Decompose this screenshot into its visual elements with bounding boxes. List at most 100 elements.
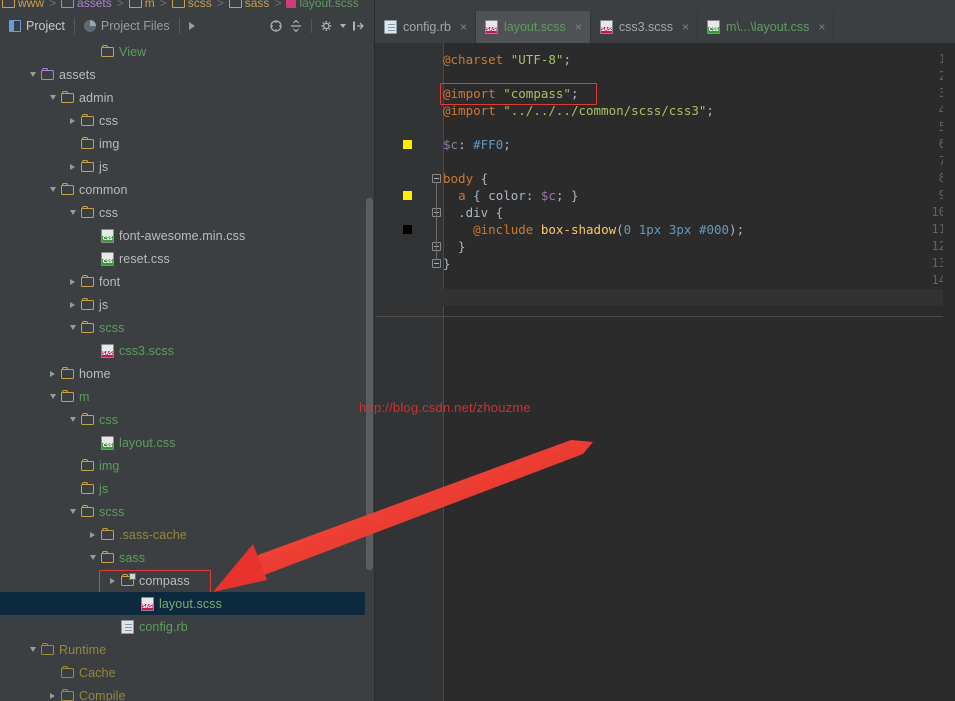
settings-dropdown-button[interactable] [338,17,347,35]
tree-collapse-toggle[interactable] [46,178,59,201]
project-tree[interactable]: View assets admin css img js common css CSS font-… [0,40,374,701]
settings-button[interactable] [318,17,336,35]
tree-row[interactable]: img [0,132,374,155]
tree-row[interactable]: CSS font-awesome.min.css [0,224,374,247]
tree-collapse-toggle[interactable] [66,408,79,431]
code-line[interactable]: } [443,255,955,272]
hide-panel-button[interactable] [349,17,367,35]
tree-expand-toggle[interactable] [66,109,79,132]
tree-row[interactable]: .sass-cache [0,523,374,546]
tree-expand-toggle[interactable] [66,293,79,316]
breadcrumb[interactable]: www > assets > m > scss > sass > layout.scss [0,0,361,11]
tree-row[interactable]: SASS css3.scss [0,339,374,362]
breadcrumb-item-assets[interactable]: assets [59,0,114,10]
editor-code-area[interactable]: @charset "UTF-8"; @import "compass"; @imp… [443,43,955,701]
tree-row[interactable]: assets [0,63,374,86]
tree-row[interactable]: css [0,109,374,132]
tab-project-files[interactable]: Project Files [75,11,179,40]
tree-row[interactable]: Compile [0,684,374,701]
code-line[interactable] [443,289,955,306]
editor-scrollbar[interactable] [943,43,955,701]
tree-row[interactable]: home [0,362,374,385]
code-line[interactable]: a { color: $c; } [443,187,955,204]
color-swatch-gutter-icon[interactable] [403,225,412,234]
code-line[interactable]: @charset "UTF-8"; [443,43,955,68]
tree-expand-toggle[interactable] [46,362,59,385]
code-line[interactable] [443,153,955,170]
color-swatch-gutter-icon[interactable] [403,140,412,149]
editor-tab-m-layout-css[interactable]: CSS m\...\layout.css × [698,11,835,43]
tree-row[interactable]: js [0,155,374,178]
tree-row[interactable]: js [0,477,374,500]
tree-node-label: assets [59,67,96,82]
tree-scrollbar-track[interactable] [365,40,374,701]
tree-collapse-toggle[interactable] [66,316,79,339]
tree-row[interactable]: config.rb [0,615,374,638]
tree-row[interactable]: css [0,408,374,431]
tree-expand-toggle[interactable] [66,270,79,293]
close-icon[interactable]: × [460,21,467,33]
code-fold-toggle[interactable] [432,259,441,268]
tree-row[interactable]: View [0,40,374,63]
editor-tab-layout-scss[interactable]: SASS layout.scss × [475,11,591,43]
code-line[interactable]: } [443,238,955,255]
tree-row[interactable]: common [0,178,374,201]
tree-collapse-toggle[interactable] [66,201,79,224]
breadcrumb-item-scss[interactable]: scss [170,0,214,10]
tree-expand-toggle[interactable] [86,523,99,546]
code-line[interactable] [443,119,955,136]
tree-row[interactable]: m [0,385,374,408]
code-editor[interactable]: 123456789101112131415 @charset "UTF-8"; … [375,43,955,701]
tree-row[interactable]: css [0,201,374,224]
tree-row[interactable]: scss [0,316,374,339]
tree-expand-toggle[interactable] [106,569,119,592]
breadcrumb-item-www[interactable]: www [0,0,46,10]
tree-row[interactable]: admin [0,86,374,109]
breadcrumb-item-m[interactable]: m [127,0,157,10]
code-line[interactable]: body { [443,170,955,187]
tree-row[interactable]: font [0,270,374,293]
code-line[interactable]: @import "../../../common/scss/css3"; [443,102,955,119]
tree-row[interactable]: img [0,454,374,477]
close-icon[interactable]: × [818,21,825,33]
tree-collapse-toggle[interactable] [66,500,79,523]
code-line[interactable] [443,272,955,289]
editor-fold-strip[interactable] [430,43,444,701]
code-line[interactable]: @include box-shadow(0 1px 3px #000); [443,221,955,238]
tree-collapse-toggle[interactable] [46,86,59,109]
tree-row[interactable]: Runtime [0,638,374,661]
tree-row[interactable]: Cache [0,661,374,684]
scroll-from-source-button[interactable] [267,17,285,35]
tree-row[interactable]: CSS reset.css [0,247,374,270]
color-swatch-gutter-icon[interactable] [403,191,412,200]
tree-collapse-toggle[interactable] [86,546,99,569]
close-icon[interactable]: × [575,21,582,33]
tab-project[interactable]: Project [0,11,74,40]
editor-tabbar[interactable]: config.rb × SASS layout.scss × SASS css3.scss ×… [375,11,955,44]
tree-row[interactable]: js [0,293,374,316]
code-line[interactable]: $c: #FF0; [443,136,955,153]
tree-row[interactable]: sass [0,546,374,569]
code-line[interactable] [443,68,955,85]
tree-row[interactable]: SASS layout.scss [0,592,374,615]
tree-row[interactable]: scss [0,500,374,523]
tree-expand-toggle[interactable] [66,155,79,178]
tree-row[interactable]: CSS layout.css [0,431,374,454]
tree-expand-toggle[interactable] [46,684,59,701]
collapse-all-button[interactable] [287,17,305,35]
close-icon[interactable]: × [682,21,689,33]
editor-tab-config-rb[interactable]: config.rb × [375,11,476,43]
folder-icon [59,362,76,385]
project-tree-panel[interactable]: View assets admin css img js common css CSS font-… [0,40,374,701]
toolwindow-more-tabs-button[interactable] [180,11,204,40]
editor-tab-css3-scss[interactable]: SASS css3.scss × [591,11,699,43]
tree-scrollbar-thumb[interactable] [366,198,373,570]
tree-collapse-toggle[interactable] [46,385,59,408]
tree-collapse-toggle[interactable] [26,638,39,661]
breadcrumb-item-layout-scss[interactable]: layout.scss [284,0,360,10]
code-line[interactable]: .div { [443,204,955,221]
tree-row[interactable]: compass [0,569,374,592]
tree-collapse-toggle[interactable] [26,63,39,86]
code-line[interactable]: @import "compass"; [443,85,955,102]
breadcrumb-item-sass[interactable]: sass [227,0,272,10]
